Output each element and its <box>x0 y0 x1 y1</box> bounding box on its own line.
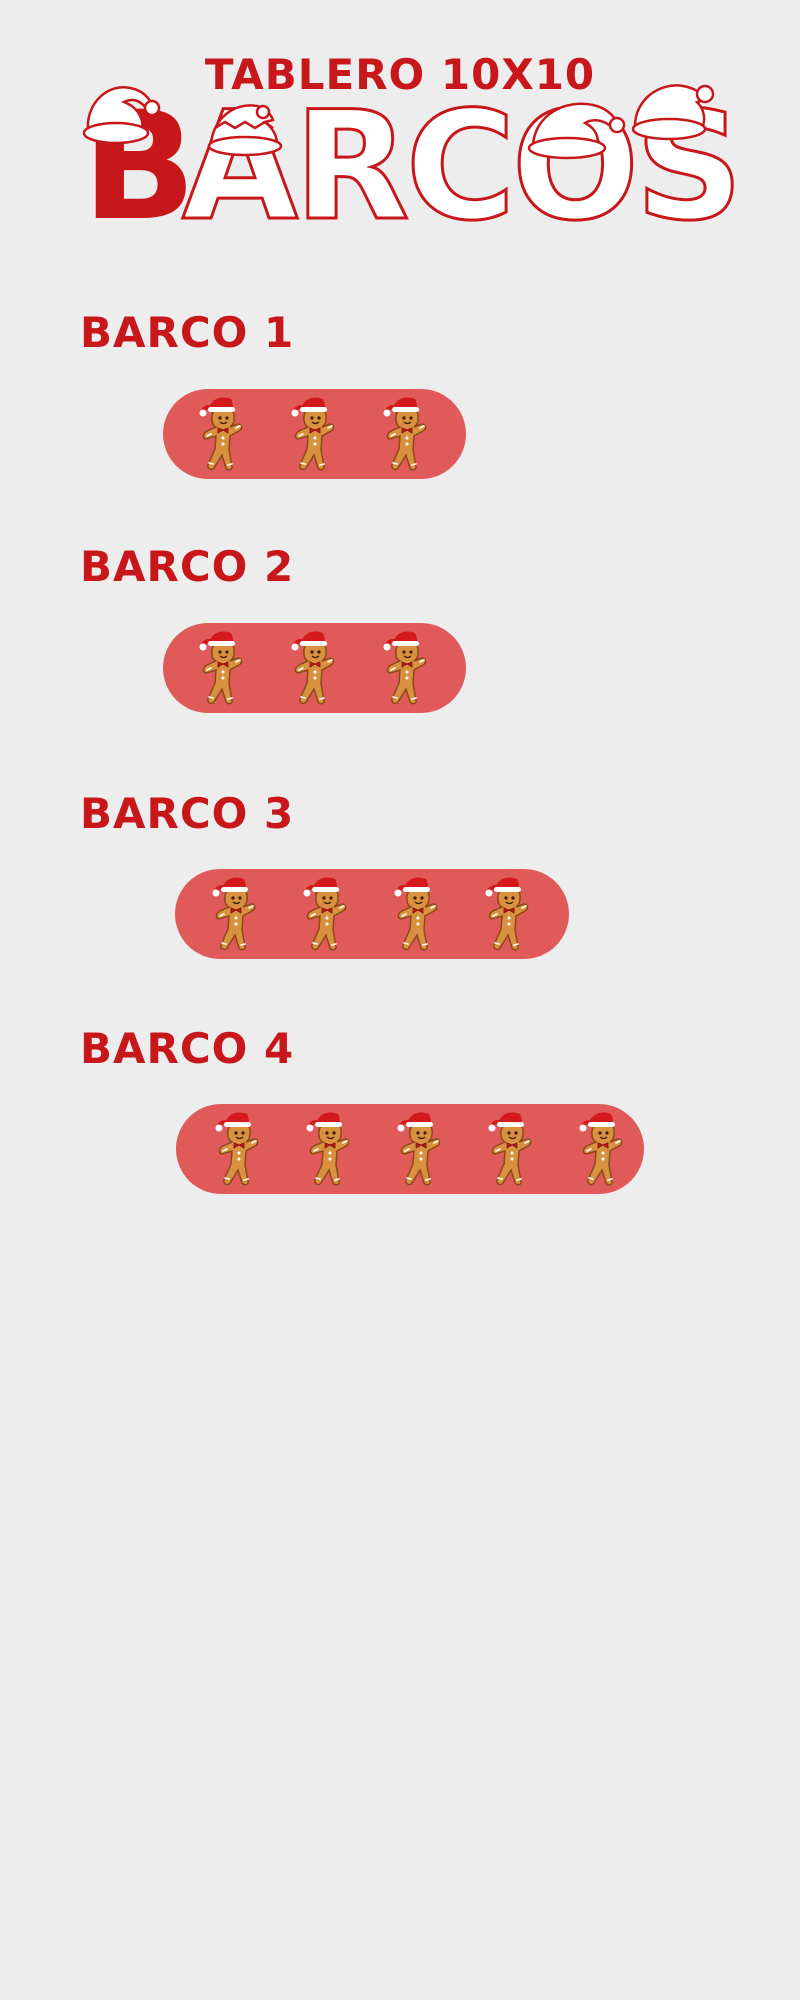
gingerbread-man-icon <box>379 393 435 475</box>
ship-1[interactable] <box>163 389 466 479</box>
ship-3-label: BARCO 3 <box>80 789 295 838</box>
gingerbread-man-icon <box>302 1108 358 1190</box>
gingerbread-man-icon <box>211 1108 267 1190</box>
gingerbread-man-icon <box>208 873 264 955</box>
gingerbread-man-icon <box>299 873 355 955</box>
santa-hat-icon <box>527 102 626 160</box>
gingerbread-man-icon <box>195 393 251 475</box>
gingerbread-man-icon <box>390 873 446 955</box>
ship-4[interactable] <box>176 1104 644 1194</box>
gingerbread-man-icon <box>287 393 343 475</box>
ship-2[interactable] <box>163 623 466 713</box>
gingerbread-man-icon <box>484 1108 540 1190</box>
ship-4-label: BARCO 4 <box>80 1024 295 1073</box>
santa-hat-icon <box>82 85 161 145</box>
gingerbread-man-icon <box>195 627 251 709</box>
page-title: B ARCOS <box>80 78 745 256</box>
ship-2-label: BARCO 2 <box>80 542 295 591</box>
ship-3[interactable] <box>175 869 569 959</box>
gingerbread-man-icon <box>287 627 343 709</box>
ship-1-label: BARCO 1 <box>80 308 295 357</box>
gingerbread-man-icon <box>575 1108 631 1190</box>
gingerbread-man-icon <box>379 627 435 709</box>
gingerbread-man-icon <box>481 873 537 955</box>
santa-hat-icon <box>207 104 283 157</box>
gingerbread-man-icon <box>393 1108 449 1190</box>
santa-hat-icon <box>631 84 715 141</box>
